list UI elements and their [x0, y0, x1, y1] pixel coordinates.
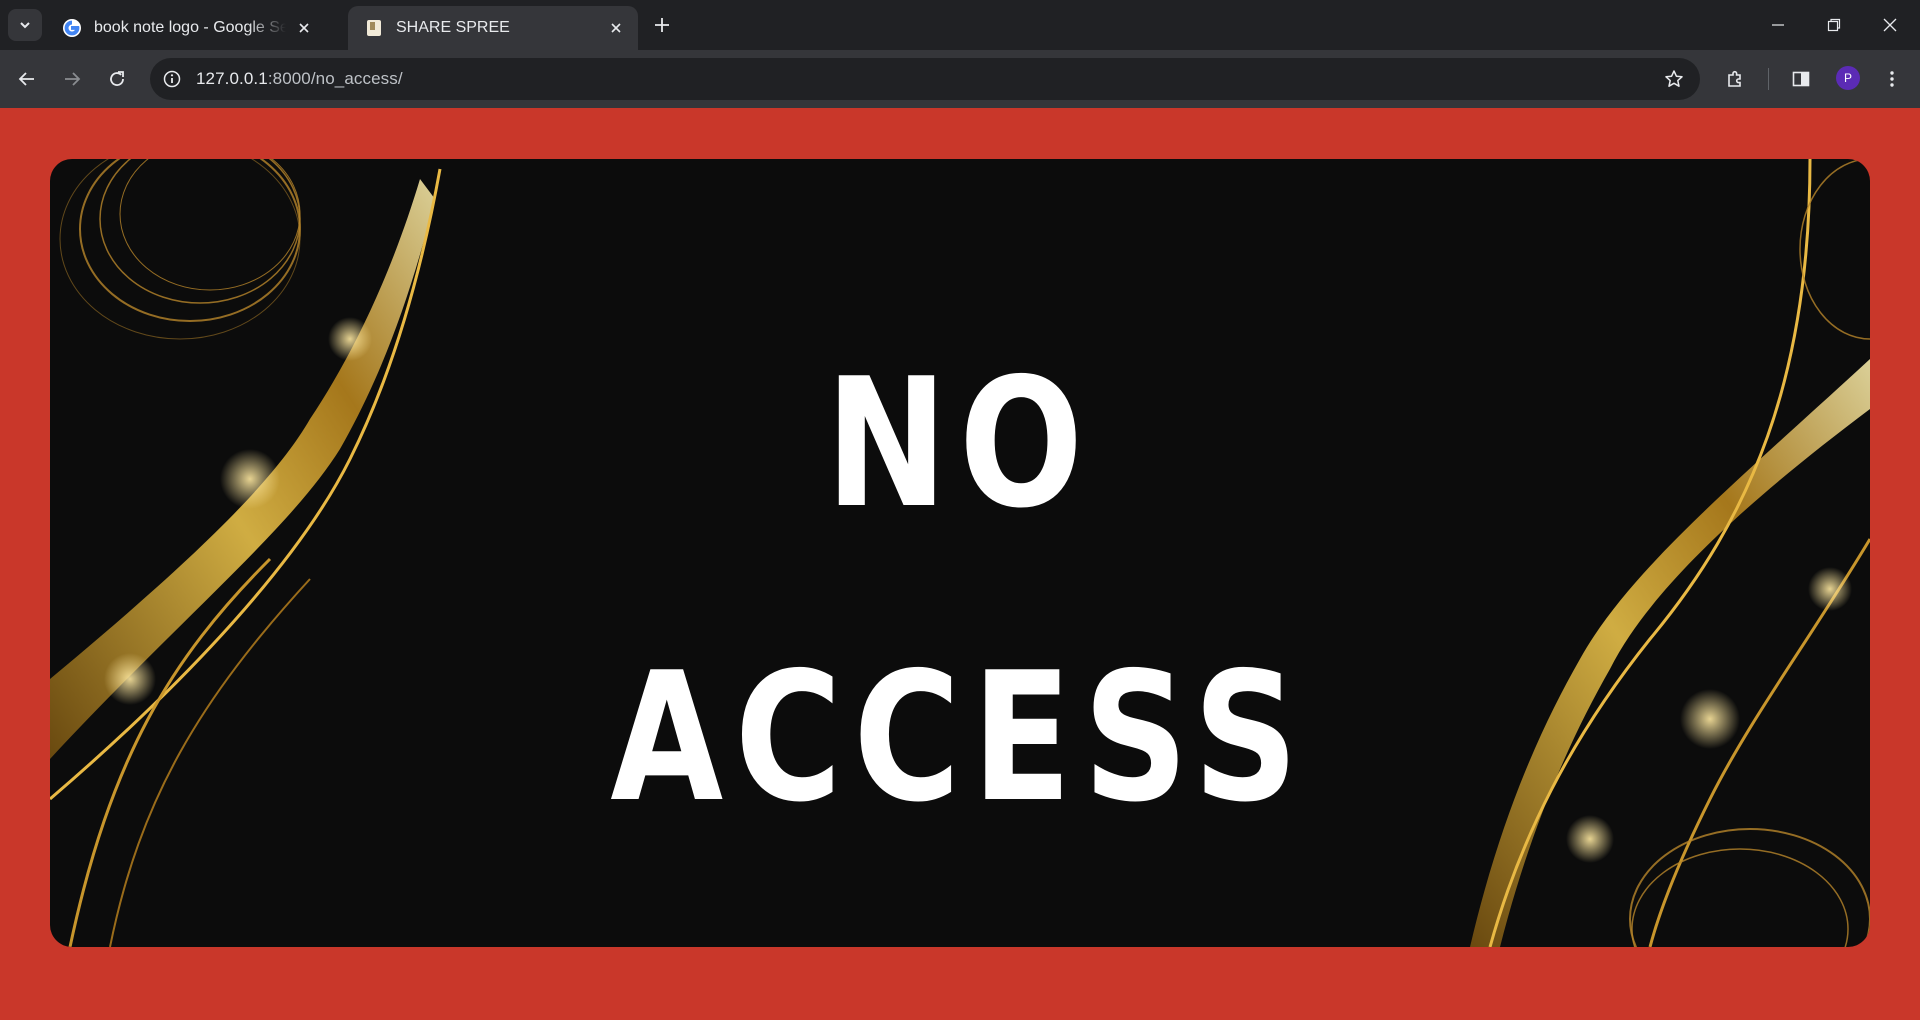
reload-icon — [110, 71, 124, 86]
no-heading: NO — [825, 340, 1095, 547]
minimize-button[interactable] — [1764, 12, 1792, 38]
tab-search-button[interactable] — [8, 9, 42, 41]
tab-strip: book note logo - Google Search SHARE SPR… — [0, 0, 1920, 50]
chevron-down-icon — [20, 22, 30, 29]
back-button[interactable] — [13, 65, 41, 93]
tab-title: book note logo - Google Search — [94, 19, 286, 36]
access-heading: ACCESS — [610, 634, 1310, 841]
puzzle-icon — [1728, 70, 1741, 87]
url-path: :8000/no_access/ — [267, 69, 403, 88]
forward-button[interactable] — [58, 65, 86, 93]
close-window-button[interactable] — [1876, 12, 1904, 38]
new-tab-button[interactable] — [650, 13, 674, 37]
google-g-icon — [62, 18, 82, 38]
arrow-right-icon — [65, 72, 81, 86]
tab-google-search[interactable]: book note logo - Google Search — [46, 6, 326, 50]
close-icon[interactable] — [294, 18, 314, 38]
toolbar-divider — [1768, 68, 1769, 90]
restore-button[interactable] — [1820, 12, 1848, 38]
no-access-banner: NO ACCESS — [50, 159, 1870, 947]
url-host: 127.0.0.1 — [196, 69, 268, 88]
close-icon — [1883, 18, 1897, 32]
address-bar[interactable]: 127.0.0.1:8000/no_access/ — [150, 58, 1700, 100]
plus-icon — [655, 18, 669, 32]
tab-title: SHARE SPREE — [396, 19, 510, 36]
close-icon[interactable] — [606, 18, 626, 38]
menu-button[interactable] — [1878, 65, 1906, 93]
minimize-icon — [1772, 24, 1784, 26]
side-panel-button[interactable] — [1787, 65, 1815, 93]
bookmark-star-icon[interactable] — [1662, 67, 1686, 91]
extensions-button[interactable] — [1721, 65, 1749, 93]
side-panel-icon — [1792, 71, 1810, 87]
tab-share-spree[interactable]: SHARE SPREE — [348, 6, 638, 50]
reload-button[interactable] — [103, 65, 131, 93]
kebab-menu-icon — [1890, 71, 1894, 87]
site-info-icon[interactable] — [160, 67, 184, 91]
url-text: 127.0.0.1:8000/no_access/ — [196, 69, 403, 89]
page-icon — [364, 18, 384, 38]
restore-icon — [1827, 18, 1841, 32]
arrow-left-icon — [18, 72, 34, 86]
browser-toolbar: 127.0.0.1:8000/no_access/ P — [0, 50, 1920, 108]
page-background: NO ACCESS — [0, 108, 1920, 1020]
profile-avatar[interactable]: P — [1836, 66, 1860, 90]
